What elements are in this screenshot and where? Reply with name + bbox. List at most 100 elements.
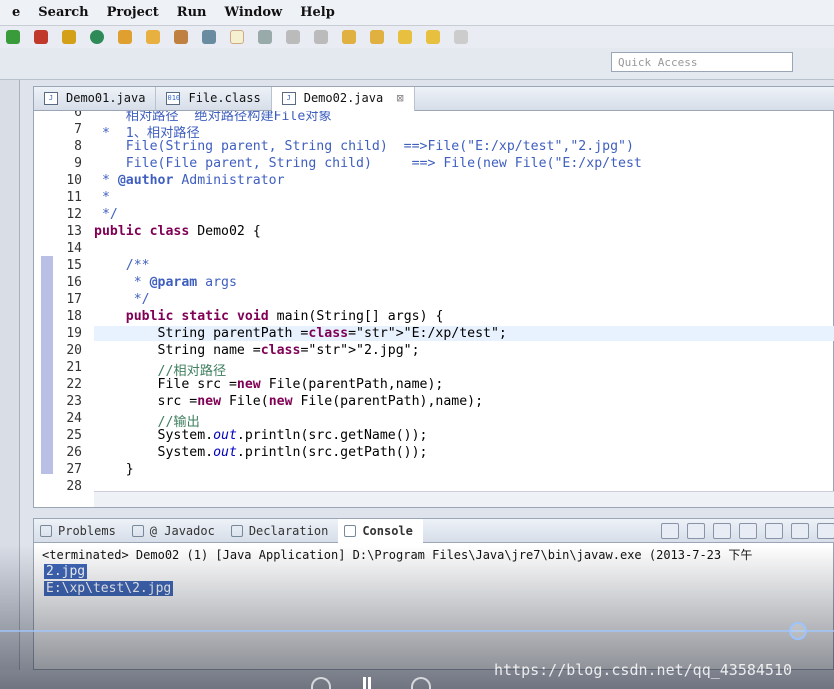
code-line: /** [94,258,150,273]
display-console-icon[interactable] [817,523,834,539]
line-number: 14 [66,241,82,256]
forward-icon[interactable] [426,30,440,44]
new-java-package-icon[interactable] [62,30,76,44]
code-line: System.out.println(src.getName()); [94,428,428,443]
code-line: String name =class="str">"2.jpg"; [94,343,420,358]
code-line: * @author Administrator [94,173,285,188]
clear-console-icon[interactable] [739,523,757,539]
pause-icon[interactable] [363,677,371,689]
toggle-mark-icon[interactable] [258,30,272,44]
line-number: 21 [66,360,82,375]
code-line: */ [94,207,118,222]
debug-icon[interactable] [34,30,48,44]
block-select-icon[interactable] [286,30,300,44]
console-view: Problems @ Javadoc Declaration Console <… [33,518,834,670]
java-file-icon: J [44,92,58,105]
run-icon[interactable] [6,30,20,44]
prev-annotation-icon[interactable] [370,30,384,44]
javadoc-icon [131,524,144,537]
line-number: 15 [66,258,82,273]
console-status: <terminated> Demo02 (1) [Java Applicatio… [42,548,753,562]
code-line: System.out.println(src.getPath()); [94,445,428,460]
code-line: * @param args [94,275,237,290]
code-line: } [94,462,134,477]
menu-bar: e Search Project Run Window Help [0,0,834,26]
code-line: File(String parent, String child) ==>Fil… [94,139,634,154]
close-tab-icon[interactable]: ⊠ [396,91,403,105]
tab-label: Demo01.java [66,91,146,105]
menu-file[interactable]: e [12,5,20,20]
remove-launch-icon[interactable] [687,523,705,539]
code-line: public static void main(String[] args) { [125,309,444,324]
line-number: 7 [74,122,82,137]
open-type-icon[interactable] [118,30,132,44]
code-line: String parentPath =class="str">"E:/xp/te… [94,326,834,341]
console-toolbar [653,523,834,539]
line-number: 20 [66,343,82,358]
video-progress-knob[interactable] [789,622,807,640]
show-whitespace-icon[interactable] [314,30,328,44]
remove-all-icon[interactable] [713,523,731,539]
main-toolbar [0,26,834,48]
line-number: 11 [66,190,82,205]
next-annotation-icon[interactable] [342,30,356,44]
line-number: 13 [66,224,82,239]
tab-problems[interactable]: Problems [34,524,126,538]
highlight-icon[interactable] [230,30,244,44]
console-icon [344,524,357,537]
line-number: 10 [66,173,82,188]
code-editor: J Demo01.java 010 File.class J Demo02.ja… [33,86,834,508]
menu-search[interactable]: Search [38,5,88,20]
tab-file-class[interactable]: 010 File.class [156,87,272,110]
line-number: 19 [66,326,82,341]
line-number: 12 [66,207,82,222]
search-icon[interactable] [202,30,216,44]
tab-declaration[interactable]: Declaration [225,524,338,538]
pin-editor-icon[interactable] [454,30,468,44]
console-tabs: Problems @ Javadoc Declaration Console [34,518,834,543]
rewind-icon[interactable] [311,677,331,689]
terminate-icon[interactable] [661,523,679,539]
menu-project[interactable]: Project [107,5,159,20]
line-number: 26 [66,445,82,460]
video-progress-bar[interactable] [0,630,834,632]
scroll-lock-icon[interactable] [765,523,783,539]
menu-run[interactable]: Run [177,5,207,20]
declaration-icon [230,524,243,537]
menu-help[interactable]: Help [300,5,335,20]
quick-access-input[interactable]: Quick Access [611,52,793,72]
line-number: 9 [74,156,82,171]
menu-window[interactable]: Window [225,5,283,20]
console-output-line: E:\xp\test\2.jpg [44,581,174,596]
tool-icon[interactable] [174,30,188,44]
line-number: 23 [66,394,82,409]
watermark: https://blog.csdn.net/qq_43584510 [494,661,793,679]
line-number: 6 [74,111,82,120]
code-line: File(File parent, String child) ==> File… [94,156,642,171]
line-number: 18 [66,309,82,324]
line-number: 16 [66,275,82,290]
horizontal-scrollbar[interactable] [94,491,834,507]
line-number: 28 [66,479,82,493]
forward-skip-icon[interactable] [411,677,431,689]
tab-label: File.class [188,91,261,105]
tab-label: Demo02.java [303,91,384,105]
pin-console-icon[interactable] [791,523,809,539]
tab-demo02[interactable]: J Demo02.java ⊠ [271,87,415,111]
line-number: 8 [74,139,82,154]
problems-icon [40,524,52,537]
java-file-icon: J [281,92,296,105]
tab-demo01[interactable]: J Demo01.java [34,87,157,110]
new-class-icon[interactable] [90,30,104,44]
code-line: */ [94,292,150,307]
tab-console[interactable]: Console [338,518,423,543]
selection-marker-bar [41,256,53,474]
console-output-line: 2.jpg [44,564,88,579]
tab-javadoc[interactable]: @ Javadoc [126,524,225,538]
code-line: src =new File(new File(parentPath),name)… [94,394,484,409]
code-area[interactable]: 6 相对路径 绝对路径构建File对象 7 * 1、相对路径 8 File(Stri… [34,111,834,493]
line-number: 24 [66,411,82,426]
code-line: * [94,190,110,205]
open-folder-icon[interactable] [146,30,160,44]
back-icon[interactable] [398,30,412,44]
